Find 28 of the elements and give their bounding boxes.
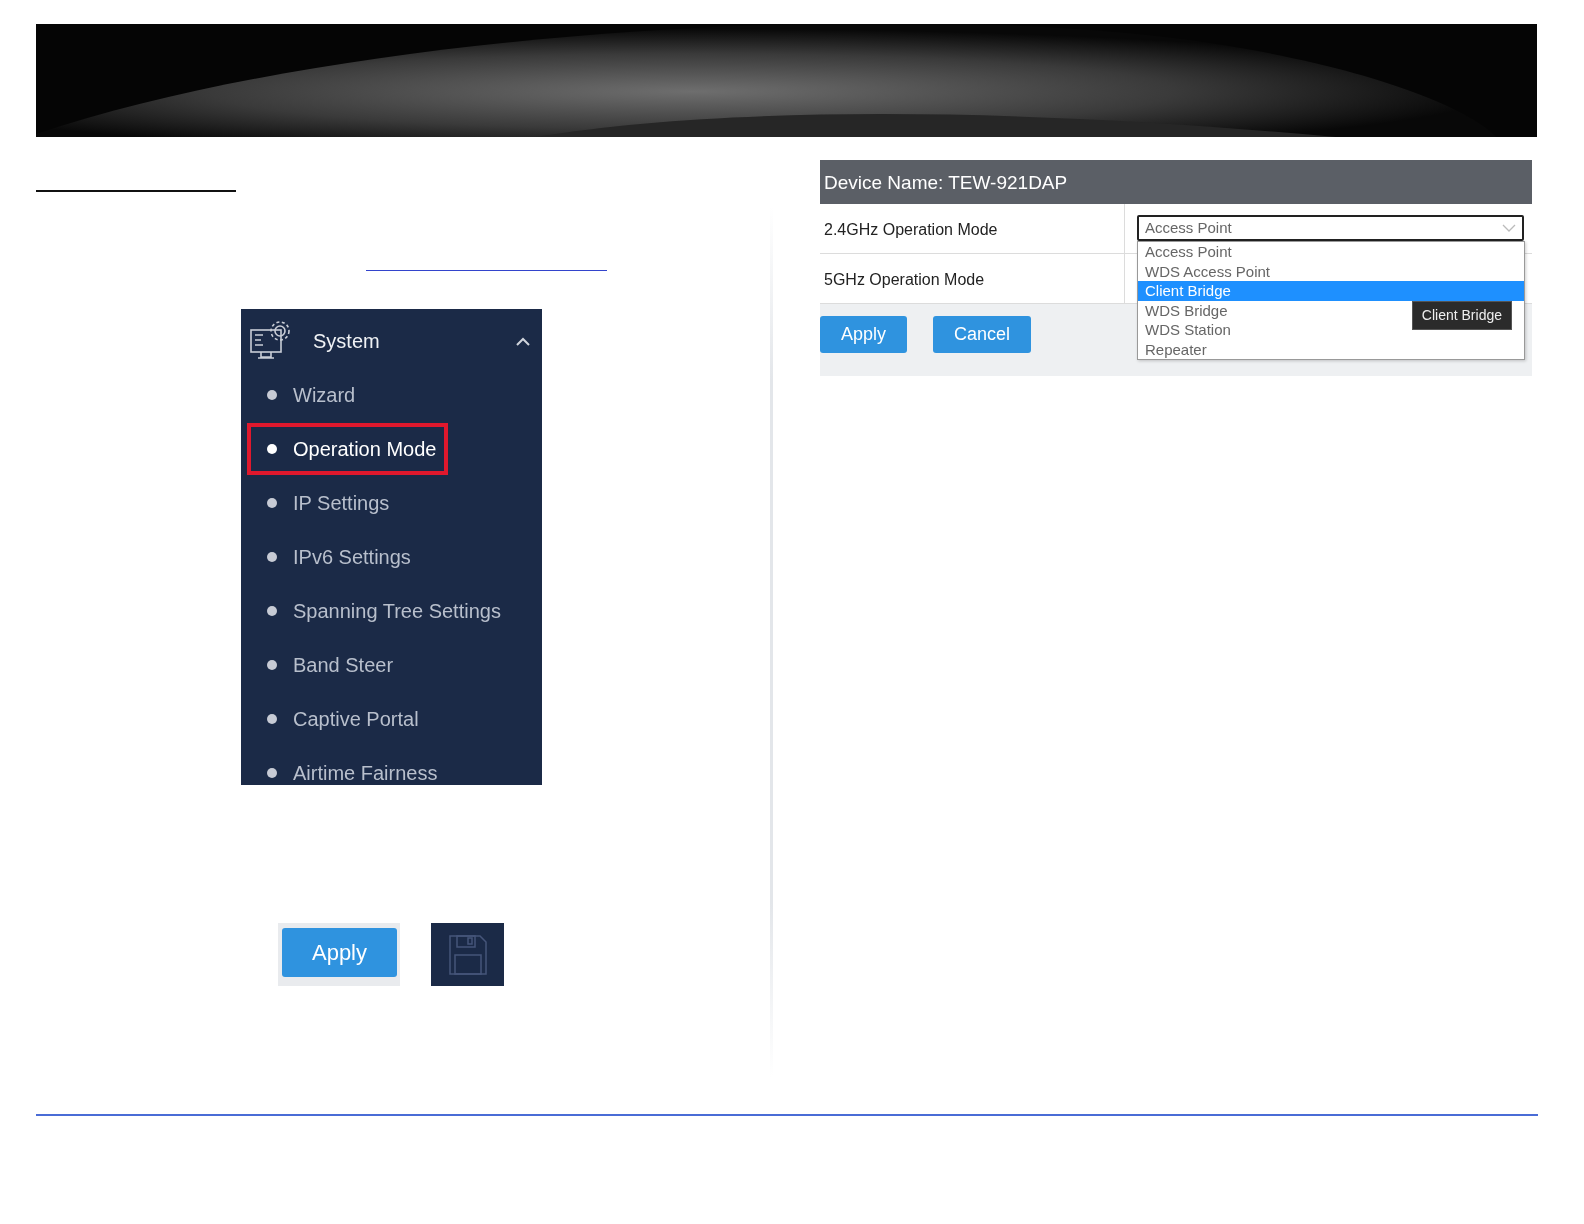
sidebar-title: System <box>313 329 381 354</box>
sidebar-item[interactable]: Operation Mode <box>247 423 449 475</box>
dropdown-option[interactable]: WDS Bridge <box>1138 300 1235 320</box>
apply-button[interactable]: Apply <box>820 316 908 353</box>
dropdown-option[interactable]: Repeater <box>1138 339 1214 359</box>
chevron-down-icon <box>1502 224 1516 232</box>
sidebar-item[interactable]: Spanning Tree Settings <box>247 585 513 637</box>
cancel-button[interactable]: Cancel <box>933 316 1032 353</box>
computer-gear-icon <box>249 320 291 362</box>
field-label: 2.4GHz Operation Mode <box>820 204 1125 253</box>
select-field[interactable]: Access Point <box>1137 215 1524 241</box>
field-label: 5GHz Operation Mode <box>820 254 1125 303</box>
tooltip: Client Bridge <box>1411 301 1512 330</box>
sidebar-item[interactable]: IPv6 Settings <box>247 531 423 583</box>
sidebar-header[interactable]: System <box>241 309 542 369</box>
sidebar-item[interactable]: Wizard <box>247 369 368 421</box>
panel-header: Device Name: TEW-921DAP <box>820 160 1532 204</box>
dropdown-option[interactable]: WDS Station <box>1138 320 1238 340</box>
caret-icon <box>516 336 530 346</box>
apply-button[interactable]: Apply <box>282 928 397 977</box>
sidebar-item[interactable]: IP Settings <box>247 477 402 529</box>
dropdown-option[interactable]: Client Bridge <box>1138 281 1524 301</box>
save-button[interactable] <box>431 923 504 986</box>
dropdown-option[interactable]: WDS Access Point <box>1138 261 1278 281</box>
dropdown-option[interactable]: Access Point <box>1138 242 1239 262</box>
sidebar-item[interactable]: Airtime Fairness <box>247 747 450 785</box>
sidebar-item[interactable]: Captive Portal <box>247 693 431 745</box>
sidebar-item[interactable]: Band Steer <box>247 639 406 691</box>
